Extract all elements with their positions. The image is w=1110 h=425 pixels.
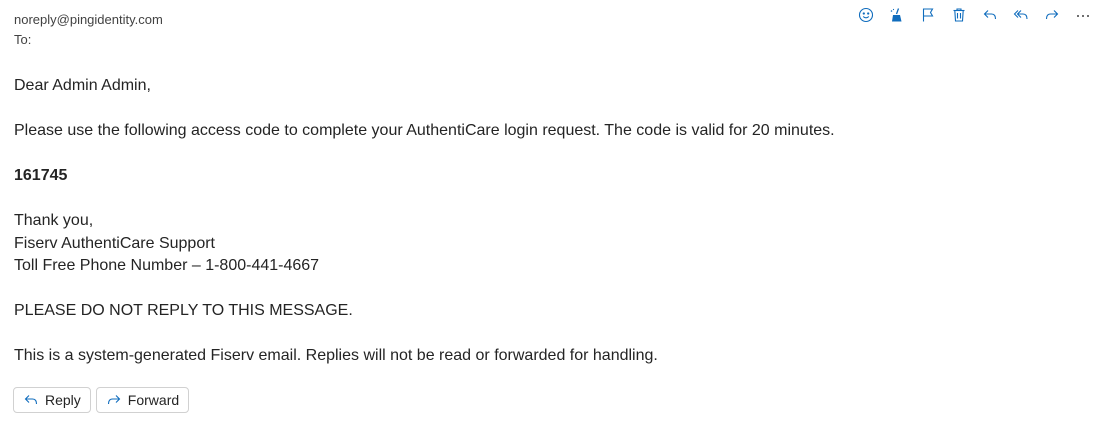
emoji-icon xyxy=(858,7,873,23)
disclaimer-text: This is a system-generated Fiserv email.… xyxy=(14,347,658,364)
instruction-text: Please use the following access code to … xyxy=(14,122,835,139)
reply-all-toolbar-button[interactable] xyxy=(1005,4,1036,26)
thanks-line: Thank you, xyxy=(14,212,94,229)
greeting: Dear Admin Admin, xyxy=(14,77,151,94)
reply-button-label: Reply xyxy=(45,392,81,408)
signature-phone: Toll Free Phone Number – 1-800-441-4667 xyxy=(14,257,320,274)
forward-toolbar-button[interactable] xyxy=(1036,4,1067,26)
delete-button[interactable] xyxy=(943,4,974,26)
to-label: To: xyxy=(14,32,32,47)
reply-all-icon xyxy=(1013,10,1028,20)
forward-icon xyxy=(1045,10,1058,20)
forward-button-label: Forward xyxy=(127,392,180,408)
message-toolbar xyxy=(850,4,1098,26)
sender-address[interactable]: noreply@pingidentity.com xyxy=(14,12,163,28)
reply-toolbar-button[interactable] xyxy=(974,4,1005,26)
signature-name: Fiserv AuthentiCare Support xyxy=(14,234,215,252)
more-icon xyxy=(1076,15,1089,17)
forward-button[interactable]: Forward xyxy=(95,387,190,413)
no-reply-warning: PLEASE DO NOT REPLY TO THIS MESSAGE. xyxy=(14,302,353,319)
sweep-icon xyxy=(890,8,901,22)
flag-button[interactable] xyxy=(912,4,943,26)
emoji-button[interactable] xyxy=(850,4,881,26)
access-code: 161745 xyxy=(14,167,68,184)
reply-icon xyxy=(983,10,996,20)
reply-button[interactable]: Reply xyxy=(13,387,91,413)
message-actions: Reply Forward xyxy=(13,387,190,413)
message-header: noreply@pingidentity.com To: xyxy=(14,12,163,48)
sweep-button[interactable] xyxy=(881,4,912,26)
reply-icon xyxy=(24,395,38,405)
forward-icon xyxy=(107,395,121,405)
flag-icon xyxy=(922,8,933,22)
more-actions-button[interactable] xyxy=(1067,4,1098,26)
message-body: Dear Admin Admin, Please use the followi… xyxy=(14,75,1094,368)
trash-icon xyxy=(953,8,964,22)
